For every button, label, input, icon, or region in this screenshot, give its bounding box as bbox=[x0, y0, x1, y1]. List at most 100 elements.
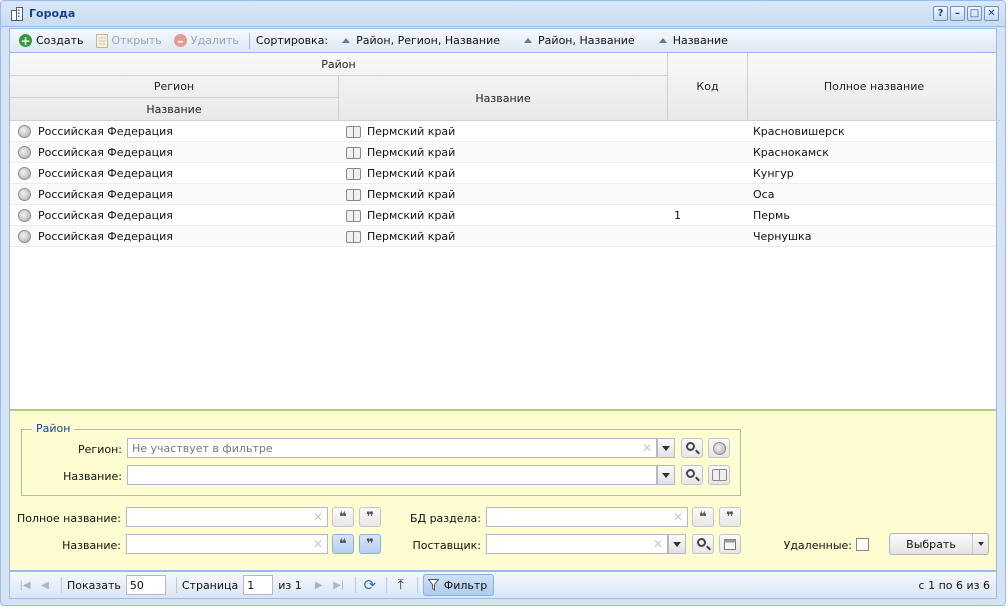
deleted-checkbox[interactable] bbox=[856, 538, 869, 551]
clear-icon[interactable]: ✕ bbox=[653, 537, 663, 551]
open-button[interactable]: Открыть bbox=[92, 31, 166, 51]
filter-toggle-button[interactable]: Фильтр bbox=[422, 574, 495, 596]
first-page-icon[interactable]: |◀ bbox=[16, 576, 34, 594]
globe-icon bbox=[18, 209, 31, 222]
supplier-search-button[interactable] bbox=[692, 534, 714, 554]
chevron-down-icon bbox=[662, 472, 670, 478]
supplier-card-button[interactable] bbox=[719, 534, 741, 554]
table-row[interactable]: Российская Федерация Пермский край Красн… bbox=[10, 121, 996, 142]
clear-icon[interactable]: ✕ bbox=[673, 510, 683, 524]
district-name-combo[interactable] bbox=[127, 465, 657, 485]
region-dropdown-trigger[interactable] bbox=[657, 438, 675, 458]
cell-region: Российская Федерация bbox=[18, 142, 173, 163]
cell-full-name: Чернушка bbox=[753, 230, 812, 243]
funnel-icon bbox=[427, 579, 439, 591]
cell-region: Российская Федерация bbox=[18, 121, 173, 142]
select-button[interactable]: Выбрать bbox=[889, 533, 989, 555]
card-icon bbox=[724, 538, 736, 550]
book-icon bbox=[346, 230, 361, 243]
next-page-icon[interactable]: ▶ bbox=[310, 576, 328, 594]
help-button[interactable]: ? bbox=[933, 6, 948, 21]
paging-separator bbox=[175, 577, 177, 593]
sort-option-name[interactable]: Название bbox=[653, 34, 734, 47]
region-globe-button[interactable] bbox=[708, 438, 730, 458]
district-search-button[interactable] bbox=[681, 465, 703, 485]
last-page-icon[interactable]: ▶| bbox=[330, 576, 348, 594]
minimize-button[interactable]: – bbox=[950, 6, 965, 21]
supplier-combo[interactable]: ✕ bbox=[486, 534, 668, 554]
page-size-input[interactable]: 50 bbox=[125, 575, 166, 595]
table-row[interactable]: Российская Федерация Пермский край Оса bbox=[10, 184, 996, 205]
cell-full-name: Пермь bbox=[753, 209, 790, 222]
book-icon bbox=[346, 188, 361, 201]
full-name-input[interactable]: ✕ bbox=[126, 507, 328, 527]
cell-district: Пермский край bbox=[346, 121, 455, 142]
show-label: Показать bbox=[67, 578, 121, 592]
district-name-dropdown-trigger[interactable] bbox=[657, 465, 675, 485]
export-icon[interactable]: ⤒ bbox=[392, 576, 410, 594]
column-region[interactable]: Регион bbox=[10, 76, 339, 98]
supplier-label: Поставщик: bbox=[412, 539, 481, 552]
table-row[interactable]: Российская Федерация Пермский край 1 Пер… bbox=[10, 205, 996, 226]
cell-district: Пермский край bbox=[346, 163, 455, 184]
table-row[interactable]: Российская Федерация Пермский край Кунгу… bbox=[10, 163, 996, 184]
plus-icon: + bbox=[19, 33, 32, 48]
globe-icon bbox=[18, 146, 31, 159]
refresh-icon[interactable]: ⟳ bbox=[361, 576, 379, 594]
cell-full-name: Оса bbox=[753, 188, 775, 201]
sort-option-district-region-name[interactable]: Район, Регион, Название bbox=[336, 34, 506, 47]
db-section-label: БД раздела: bbox=[409, 512, 481, 525]
cell-district: Пермский край bbox=[346, 226, 455, 247]
region-combo[interactable]: Не участвует в фильтре ✕ bbox=[127, 438, 657, 458]
sort-label: Сортировка: bbox=[255, 34, 329, 47]
region-text: Российская Федерация bbox=[38, 125, 173, 138]
column-group-district[interactable]: Район bbox=[10, 53, 668, 76]
table-row[interactable]: Российская Федерация Пермский край Черну… bbox=[10, 226, 996, 247]
delete-button[interactable]: – Удалить bbox=[170, 31, 243, 51]
db-section-input[interactable]: ✕ bbox=[486, 507, 688, 527]
create-button[interactable]: + Создать bbox=[15, 31, 88, 51]
clear-icon[interactable]: ✕ bbox=[313, 510, 323, 524]
sort-option-district-name[interactable]: Район, Название bbox=[518, 34, 641, 47]
maximize-button[interactable]: □ bbox=[967, 6, 982, 21]
clear-icon[interactable]: ✕ bbox=[313, 537, 323, 551]
range-text: с 1 по 6 из 6 bbox=[918, 578, 990, 592]
delete-label: Удалить bbox=[190, 34, 239, 47]
name-input[interactable]: ✕ bbox=[126, 534, 328, 554]
cell-region: Российская Федерация bbox=[18, 163, 173, 184]
column-region-name[interactable]: Название bbox=[10, 98, 339, 121]
globe-icon bbox=[18, 167, 31, 180]
close-button[interactable]: ✕ bbox=[984, 6, 999, 21]
region-search-button[interactable] bbox=[681, 438, 703, 458]
db-quote-close-button[interactable]: ❞ bbox=[719, 507, 741, 527]
cell-district: Пермский край bbox=[346, 205, 455, 226]
db-quote-open-button[interactable]: ❝ bbox=[692, 507, 714, 527]
sort-option-label: Район, Регион, Название bbox=[356, 34, 501, 47]
supplier-dropdown-trigger[interactable] bbox=[668, 534, 686, 554]
quote-open-button[interactable]: ❝ bbox=[332, 507, 354, 527]
clear-icon[interactable]: ✕ bbox=[642, 441, 652, 455]
page-number-input[interactable]: 1 bbox=[243, 575, 274, 595]
district-text: Пермский край bbox=[367, 146, 456, 159]
name-quote-open-button[interactable]: ❝ bbox=[332, 534, 354, 554]
table-row[interactable]: Российская Федерация Пермский край Красн… bbox=[10, 142, 996, 163]
magnifier-icon bbox=[697, 538, 706, 547]
globe-icon bbox=[712, 441, 726, 455]
select-menu-trigger[interactable] bbox=[972, 534, 988, 554]
paging-toolbar: |◀ ◀ Показать 50 Страница 1 из 1 ▶ ▶| ⟳ … bbox=[9, 571, 997, 599]
quote-close-button[interactable]: ❞ bbox=[359, 507, 381, 527]
page-label: Страница bbox=[181, 578, 239, 592]
district-text: Пермский край bbox=[367, 167, 456, 180]
district-text: Пермский край bbox=[367, 230, 456, 243]
globe-icon bbox=[18, 125, 31, 138]
district-book-button[interactable] bbox=[708, 465, 730, 485]
region-text: Российская Федерация bbox=[38, 188, 173, 201]
column-name[interactable]: Название bbox=[339, 76, 668, 121]
district-text: Пермский край bbox=[367, 188, 456, 201]
name-quote-close-button[interactable]: ❞ bbox=[359, 534, 381, 554]
cell-region: Российская Федерация bbox=[18, 184, 173, 205]
column-full-name[interactable]: Полное название bbox=[748, 53, 1000, 121]
column-code[interactable]: Код bbox=[668, 53, 748, 121]
prev-page-icon[interactable]: ◀ bbox=[36, 576, 54, 594]
select-label: Выбрать bbox=[906, 537, 956, 551]
